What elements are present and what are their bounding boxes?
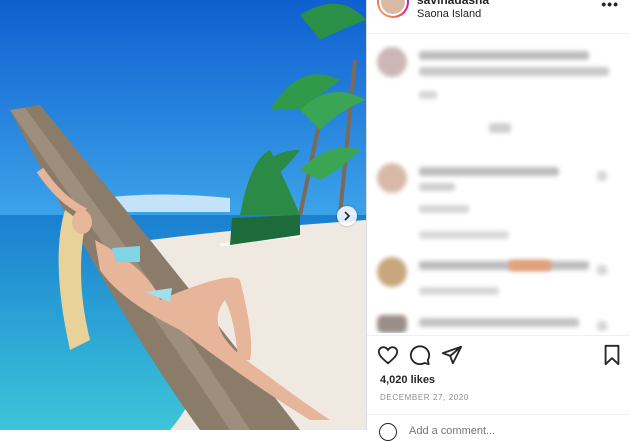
- commenter-avatar[interactable]: [377, 163, 407, 193]
- comment-icon[interactable]: [409, 344, 431, 366]
- comment-meta: [419, 287, 499, 295]
- view-replies[interactable]: [419, 231, 509, 239]
- beach-scene-image: [0, 0, 366, 430]
- comment-text: [419, 318, 579, 327]
- location-link[interactable]: Saona Island: [417, 8, 481, 20]
- comment-meta: [419, 205, 469, 213]
- commenter-avatar[interactable]: [377, 315, 407, 333]
- username-link[interactable]: savinadasha: [417, 0, 489, 7]
- like-comment-icon[interactable]: [597, 265, 607, 275]
- likes-count[interactable]: 4,020 likes: [380, 374, 435, 386]
- more-options-button[interactable]: •••: [601, 0, 619, 12]
- share-icon[interactable]: [441, 344, 463, 366]
- post-photo: [0, 0, 366, 430]
- comment-text: [419, 67, 609, 76]
- comment-input[interactable]: [407, 424, 591, 438]
- commenter-avatar[interactable]: [377, 47, 407, 77]
- post-header: savinadasha Saona Island •••: [367, 0, 630, 34]
- avatar[interactable]: [377, 0, 409, 18]
- load-more-comments[interactable]: [489, 123, 511, 133]
- comment-text: [419, 167, 559, 176]
- comment-emoji: [509, 260, 551, 271]
- comment-text: [419, 183, 455, 191]
- add-comment-bar: [367, 414, 630, 441]
- comment-text: [419, 51, 589, 60]
- like-comment-icon[interactable]: [597, 321, 607, 331]
- comments-list: [367, 33, 630, 333]
- comment-meta: [419, 91, 437, 99]
- post-side-panel: savinadasha Saona Island ••• 4,020 likes…: [366, 0, 630, 441]
- emoji-icon[interactable]: [379, 423, 397, 441]
- commenter-avatar[interactable]: [377, 257, 407, 287]
- next-photo-button[interactable]: [337, 206, 357, 226]
- heart-icon[interactable]: [377, 344, 399, 366]
- bookmark-icon[interactable]: [601, 344, 623, 366]
- post-date[interactable]: DECEMBER 27, 2020: [380, 393, 469, 402]
- like-comment-icon[interactable]: [597, 171, 607, 181]
- chevron-right-icon: [344, 211, 351, 221]
- comment-text: [419, 261, 589, 270]
- post-actions: 4,020 likes DECEMBER 27, 2020: [367, 335, 630, 441]
